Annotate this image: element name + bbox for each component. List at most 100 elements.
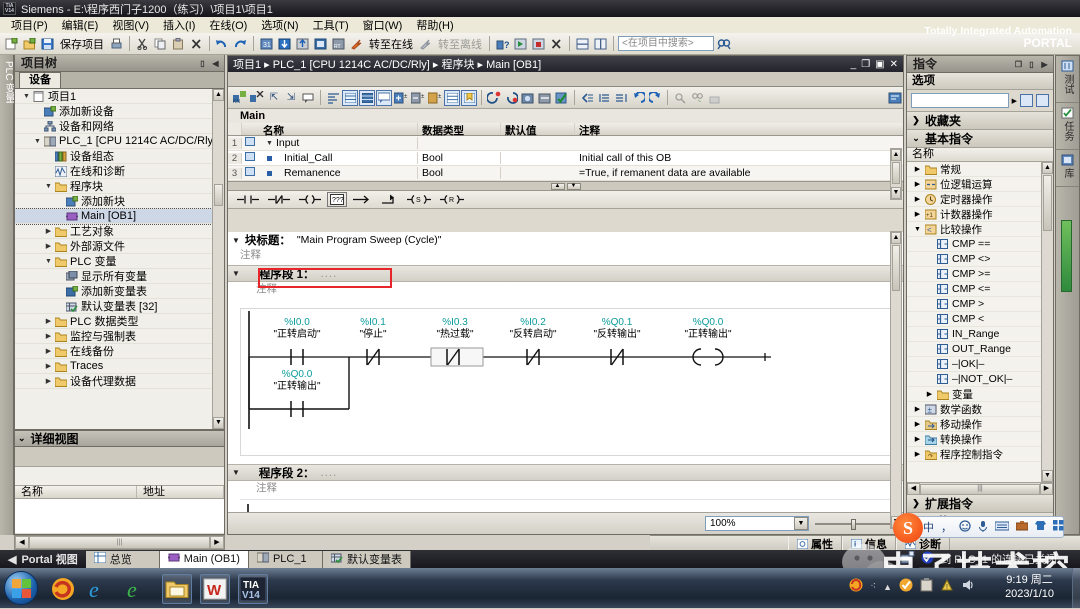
portal-view-button[interactable]: ◀ Portal 视图 (0, 551, 86, 567)
open-branch-icon[interactable] (350, 192, 374, 207)
tree-item[interactable]: Main [OB1] (15, 209, 224, 224)
instruction-item[interactable]: –|NOT_OK|– (907, 372, 1053, 387)
close-icon[interactable]: ✕ (890, 59, 898, 70)
search-dropdown-icon[interactable]: ▶ (1012, 97, 1017, 105)
menu-item-help[interactable]: 帮助(H) (409, 16, 460, 34)
tab-devices[interactable]: 设备 (19, 72, 61, 88)
status-tab[interactable]: 默认变量表 (323, 551, 411, 568)
ime-keyboard-icon[interactable] (995, 521, 1009, 534)
tree-twisty-icon[interactable]: ▶ (43, 332, 54, 340)
hscroll-right-icon[interactable]: ▶ (1040, 483, 1053, 495)
scroll-down-icon[interactable]: ▼ (891, 187, 901, 199)
instruction-view-tree-icon[interactable] (1036, 94, 1049, 107)
instructions-hscrollbar[interactable]: ◀ ||| ▶ (907, 482, 1053, 495)
show-comments-icon[interactable] (376, 90, 392, 106)
hscroll-left-icon[interactable]: ◀ (15, 536, 29, 549)
instruction-item[interactable]: ▶定时器操作 (907, 192, 1053, 207)
chevron-down-icon[interactable]: ⌄ (18, 433, 26, 444)
insert-first-icon[interactable] (596, 90, 612, 106)
instruction-item[interactable]: –|OK|– (907, 357, 1053, 372)
comment-toggle-icon[interactable] (300, 90, 316, 106)
section-favorites[interactable]: ❯ 收藏夹 (907, 112, 1053, 130)
contact-label[interactable]: %I0.0"正转启动" (257, 317, 337, 341)
tree-item[interactable]: ▶Traces (15, 359, 224, 374)
tree-item[interactable]: ▼PLC_1 [CPU 1214C AC/DC/Rly] (15, 134, 224, 149)
maximize-icon[interactable]: ▣ (875, 59, 884, 70)
zoom-level-select[interactable]: 100% ▼ (705, 516, 809, 531)
undo-icon[interactable] (214, 35, 231, 52)
instruction-twisty-icon[interactable]: ▶ (911, 210, 924, 218)
menu-item-online[interactable]: 在线(O) (202, 16, 254, 34)
instruction-twisty-icon[interactable]: ▶ (911, 450, 924, 458)
hscroll-left-icon[interactable]: ◀ (907, 483, 920, 495)
network-up-icon[interactable]: ⇱ (266, 90, 282, 106)
download-icon[interactable] (276, 35, 293, 52)
contact-label[interactable]: %Q0.0"正转输出" (668, 317, 748, 341)
menu-item-window[interactable]: 窗口(W) (356, 16, 410, 34)
hscroll-thumb[interactable]: ||| (920, 484, 1040, 495)
instruction-twisty-icon[interactable]: ▶ (911, 195, 924, 203)
network-2-triangle-icon[interactable]: ▼ (232, 468, 240, 477)
network-1-comment[interactable]: 注释 (228, 282, 903, 296)
open-project-icon[interactable] (21, 35, 38, 52)
scroll-thumb[interactable] (892, 162, 900, 184)
instruction-item[interactable]: ▶常规 (907, 162, 1053, 177)
tray-sogou-icon[interactable] (849, 578, 863, 595)
empty-box-icon[interactable]: ??? (327, 192, 347, 207)
instruction-twisty-icon[interactable]: ▶ (911, 405, 924, 413)
redo-icon[interactable] (232, 35, 249, 52)
chevron-right-icon[interactable]: ❯ (907, 498, 925, 509)
splitter-down-icon[interactable]: ▼ (567, 183, 581, 190)
instruction-item[interactable]: CMP < (907, 312, 1053, 327)
tree-twisty-icon[interactable]: ▼ (43, 258, 54, 265)
branch-contact-label[interactable]: %Q0.0"正转输出" (257, 369, 337, 393)
start-online-icon[interactable] (512, 35, 529, 52)
interface-splitter[interactable]: ▲ ▼ (228, 182, 903, 191)
collapse-all-icon[interactable]: ± (410, 90, 426, 106)
instruction-item[interactable]: ▶+1计数器操作 (907, 207, 1053, 222)
contact-label[interactable]: %I0.3"热过载" (415, 317, 495, 341)
tree-twisty-icon[interactable]: ▶ (43, 377, 54, 385)
zoom-slider[interactable] (815, 519, 895, 529)
scroll-up-icon[interactable]: ▲ (891, 149, 901, 161)
internet-explorer-icon[interactable]: e (86, 574, 116, 604)
ime-apps-icon[interactable] (1053, 520, 1064, 534)
nav-back-icon[interactable] (630, 90, 646, 106)
chevron-down-icon[interactable]: ⌄ (907, 133, 925, 144)
pin-panel-icon[interactable]: ▯ (1026, 59, 1037, 70)
nc-contact-icon[interactable] (265, 192, 293, 207)
show-desktop-button[interactable] (1072, 568, 1080, 608)
tree-item[interactable]: 默认变量表 [32] (15, 299, 224, 314)
instruction-section[interactable]: ❯扩展指令 (907, 495, 1053, 513)
save-project-label[interactable]: 保存项目 (57, 36, 107, 52)
instructions-search-input[interactable] (911, 93, 1009, 108)
search-icon[interactable] (715, 35, 732, 52)
instruction-item[interactable]: ▶↷程序控制指令 (907, 447, 1053, 462)
tia-portal-icon[interactable]: TIAV14 (238, 574, 268, 604)
tree-item[interactable]: 在线和诊断 (15, 164, 224, 179)
instruction-twisty-icon[interactable]: ▶ (923, 390, 936, 398)
status-tab[interactable]: Main (OB1) (160, 551, 249, 568)
no-contact-icon[interactable] (234, 192, 262, 207)
tree-twisty-icon[interactable]: ▶ (43, 317, 54, 325)
start-orb-icon[interactable] (4, 571, 38, 605)
scroll-up-icon[interactable]: ▲ (213, 89, 224, 101)
instruction-item[interactable]: ▼<比较操作 (907, 222, 1053, 237)
ime-mode-chinese[interactable]: 中 (923, 519, 934, 535)
tree-twisty-icon[interactable]: ▶ (43, 347, 54, 355)
instruction-item[interactable]: CMP == (907, 237, 1053, 252)
show-layout-icon[interactable] (444, 90, 460, 106)
start-simulation-icon[interactable] (312, 35, 329, 52)
tree-item[interactable]: 设备组态 (15, 149, 224, 164)
show-symbolic-icon[interactable] (359, 90, 375, 106)
ime-skin-icon[interactable] (1035, 520, 1046, 534)
interface-vscrollbar[interactable]: ▲ ▼ (890, 148, 902, 200)
instruction-item[interactable]: IN_Range (907, 327, 1053, 342)
upload-icon[interactable] (294, 35, 311, 52)
tree-item[interactable]: ▶PLC 数据类型 (15, 314, 224, 329)
scroll-down-icon[interactable]: ▼ (1042, 470, 1053, 482)
delete-icon[interactable] (188, 35, 205, 52)
tree-item[interactable]: 添加新设备 (15, 104, 224, 119)
project-search-input[interactable]: <在项目中搜索> (618, 36, 714, 51)
detail-view-header[interactable]: ⌄ 详细视图 (15, 431, 224, 447)
